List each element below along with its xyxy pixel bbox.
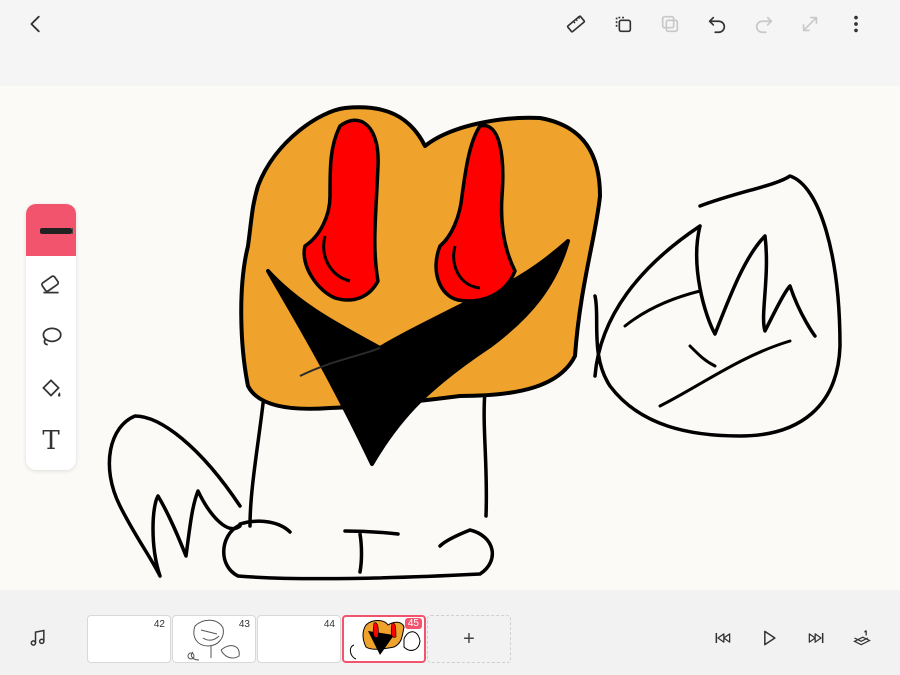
copy-layers-icon[interactable] <box>609 10 637 38</box>
skip-start-icon[interactable] <box>711 626 735 650</box>
drawing-artwork <box>107 105 842 581</box>
duplicate-icon[interactable] <box>656 10 684 38</box>
frame-number: 44 <box>323 619 335 630</box>
lasso-tool[interactable] <box>26 314 76 360</box>
ruler-icon[interactable] <box>562 10 590 38</box>
timeline-bar: 42 43 44 45 + <box>0 590 900 675</box>
text-icon: T <box>42 426 60 456</box>
brush-pen-tool[interactable] <box>26 204 76 256</box>
frame-thumbnail-44[interactable]: 44 <box>257 615 341 663</box>
add-frame-button[interactable]: + <box>427 615 511 663</box>
pen-icon <box>40 228 73 234</box>
resize-icon[interactable] <box>796 10 824 38</box>
drawing-canvas[interactable] <box>0 86 900 590</box>
lasso-icon <box>42 327 62 346</box>
frame-number: 45 <box>404 618 422 629</box>
text-tool[interactable]: T <box>26 418 76 464</box>
onion-skin-icon[interactable] <box>850 626 874 650</box>
more-icon[interactable] <box>842 10 870 38</box>
paint-bucket-tool[interactable] <box>26 366 76 412</box>
music-icon[interactable] <box>26 626 50 650</box>
frame-thumbnail-45[interactable]: 45 <box>342 615 426 663</box>
frame-thumbnail-42[interactable]: 42 <box>87 615 171 663</box>
paint-bucket-icon <box>42 379 61 397</box>
play-icon[interactable] <box>757 626 781 650</box>
frame-number: 42 <box>153 619 165 630</box>
back-chevron-icon[interactable] <box>22 10 50 38</box>
undo-icon[interactable] <box>703 10 731 38</box>
redo-icon[interactable] <box>750 10 778 38</box>
eraser-tool[interactable] <box>26 262 76 308</box>
frame-number: 43 <box>238 619 250 630</box>
eraser-icon <box>41 275 60 294</box>
tool-palette: T <box>26 204 76 470</box>
skip-end-icon[interactable] <box>804 626 828 650</box>
frame-thumbnail-43[interactable]: 43 <box>172 615 256 663</box>
top-toolbar <box>0 0 900 86</box>
